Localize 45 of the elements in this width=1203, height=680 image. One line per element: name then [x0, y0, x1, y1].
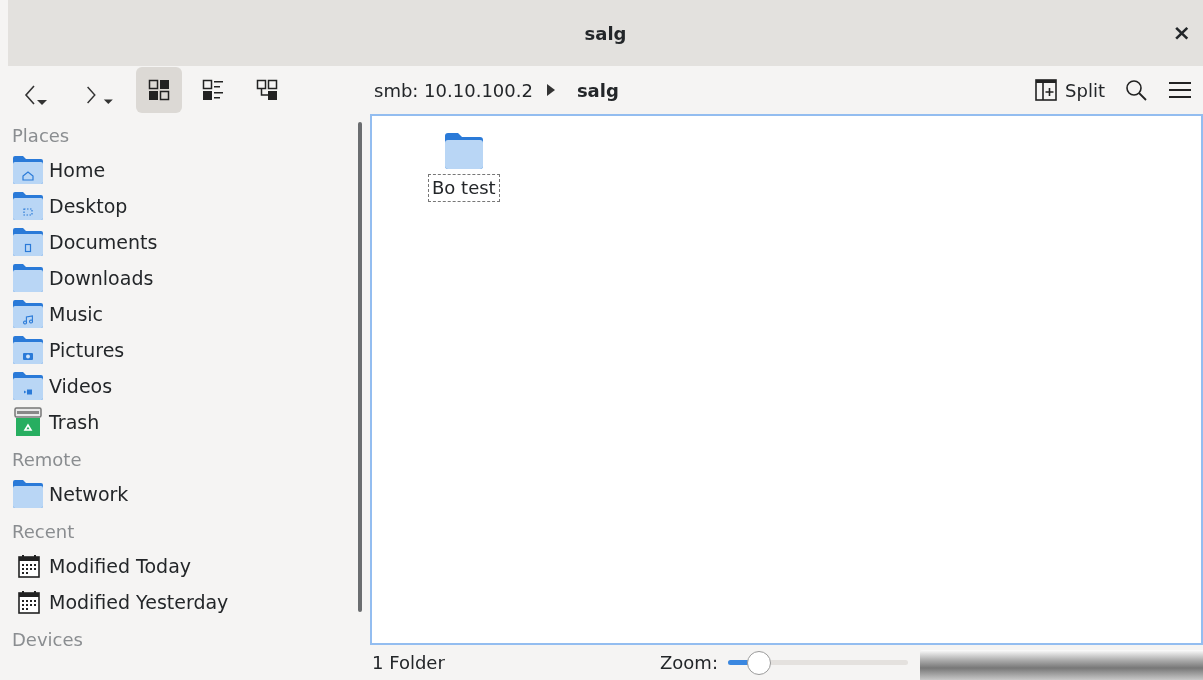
- chevron-right-icon: [544, 83, 557, 97]
- home-folder-icon: [12, 155, 44, 185]
- split-view-icon: [1035, 79, 1058, 101]
- sidebar-item[interactable]: Modified Yesterday: [12, 584, 358, 620]
- folder-icon: [12, 263, 44, 293]
- details-view-icon: [202, 79, 224, 101]
- search-icon: [1125, 79, 1147, 101]
- sidebar-item[interactable]: Videos: [12, 368, 358, 404]
- window-title: salg: [584, 21, 627, 46]
- sidebar-item[interactable]: Documents: [12, 224, 358, 260]
- sidebar-item[interactable]: Downloads: [12, 260, 358, 296]
- section-heading: Recent: [12, 520, 76, 544]
- close-button[interactable]: ×: [1172, 22, 1191, 44]
- split-button[interactable]: Split: [1035, 76, 1105, 104]
- desktop-folder-icon: [12, 191, 44, 221]
- view-mode-button[interactable]: [136, 67, 182, 113]
- file-name: Bo test: [428, 174, 500, 202]
- status-text: 1 Folder: [371, 651, 446, 675]
- sidebar-item[interactable]: Trash: [12, 404, 358, 440]
- videos-folder-icon: [12, 371, 44, 401]
- sidebar-item[interactable]: Home: [12, 152, 358, 188]
- section-heading: Devices: [12, 628, 84, 652]
- slider-thumb[interactable]: [746, 650, 771, 675]
- breadcrumb-item[interactable]: smb: 10.10.100.2: [372, 76, 535, 104]
- section-heading: Remote: [12, 448, 83, 472]
- section-heading: Places: [12, 124, 71, 148]
- search-button[interactable]: [1123, 77, 1149, 103]
- sidebar-item[interactable]: Network: [12, 476, 358, 512]
- sidebar-item[interactable]: Modified Today: [12, 548, 358, 584]
- pictures-folder-icon: [12, 335, 44, 365]
- sidebar-item[interactable]: Music: [12, 296, 358, 332]
- zoom-slider[interactable]: [727, 649, 908, 676]
- sidebar-item[interactable]: Pictures: [12, 332, 358, 368]
- sidebar-item[interactable]: Desktop: [12, 188, 358, 224]
- folder-icon: [12, 479, 44, 509]
- icons-view-icon: [148, 79, 170, 101]
- music-folder-icon: [12, 299, 44, 329]
- zoom-label: Zoom:: [660, 651, 718, 675]
- documents-folder-icon: [12, 227, 44, 257]
- menu-icon: [1169, 81, 1191, 99]
- tree-view-icon: [256, 79, 278, 101]
- breadcrumb-item[interactable]: salg: [574, 76, 621, 104]
- trash-icon: [12, 407, 44, 437]
- folder-icon: [443, 132, 484, 170]
- file-item[interactable]: Bo test: [428, 132, 500, 202]
